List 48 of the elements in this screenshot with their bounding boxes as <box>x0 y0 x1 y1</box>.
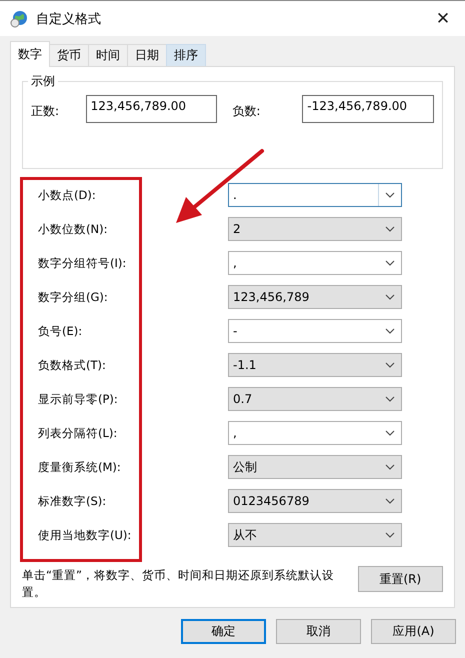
setting-label: 显示前导零(P): <box>37 392 119 406</box>
setting-label: 小数位数(N): <box>37 222 108 236</box>
setting-label: 数字分组(G): <box>37 290 109 304</box>
chevron-icon <box>385 294 395 300</box>
dialog-button[interactable]: 确定 <box>181 619 266 644</box>
setting-label: 负号(E): <box>37 324 84 338</box>
close-button[interactable]: ✕ <box>421 8 465 28</box>
combo-box[interactable]: , <box>228 251 402 275</box>
chevron-icon <box>385 498 395 504</box>
reset-button[interactable]: 重置(R) <box>358 566 443 592</box>
combo-box[interactable]: - <box>228 319 402 343</box>
negative-label: 负数: <box>232 103 262 120</box>
setting-label: 标准数字(S): <box>37 494 108 508</box>
positive-example: 123,456,789.00 <box>86 95 218 123</box>
window-title: 自定义格式 <box>36 10 102 28</box>
dialog-button[interactable]: 取消 <box>276 619 361 644</box>
dropdown[interactable]: 公制 <box>228 455 402 479</box>
reset-note: 单击“重置”，将数字、货币、时间和日期还原到系统默认设置。 <box>22 567 335 601</box>
dialog-button[interactable]: 应用(A) <box>371 619 456 644</box>
combo-box[interactable]: , <box>228 421 402 445</box>
chevron-icon <box>385 226 395 232</box>
positive-label: 正数: <box>31 103 60 120</box>
chevron-icon <box>385 328 395 334</box>
chevron-icon <box>385 532 395 538</box>
setting-label: 小数点(D): <box>37 188 97 202</box>
dropdown[interactable]: 0.7 <box>228 387 402 411</box>
setting-label: 数字分组符号(I): <box>37 256 128 270</box>
setting-label: 负数格式(T): <box>37 358 107 372</box>
dropdown[interactable]: 从不 <box>228 523 402 547</box>
chevron-icon <box>385 192 395 198</box>
dropdown[interactable]: 2 <box>228 217 402 241</box>
setting-label: 度量衡系统(M): <box>37 460 122 474</box>
tab[interactable]: 排序 <box>166 44 206 66</box>
tab[interactable]: 数字 <box>10 41 50 67</box>
dropdown[interactable]: -1.1 <box>228 353 402 377</box>
group-title: 示例 <box>28 73 58 90</box>
chevron-icon <box>385 396 395 402</box>
negative-example: -123,456,789.00 <box>302 95 434 123</box>
dropdown[interactable]: 123,456,789 <box>228 285 402 309</box>
combo-box[interactable]: . <box>228 183 402 207</box>
setting-label: 列表分隔符(L): <box>37 426 118 440</box>
globe-icon <box>10 10 28 28</box>
chevron-icon <box>385 464 395 470</box>
chevron-icon <box>385 362 395 368</box>
chevron-icon <box>385 430 395 436</box>
chevron-icon <box>385 260 395 266</box>
dropdown[interactable]: 0123456789 <box>228 489 402 513</box>
setting-label: 使用当地数字(U): <box>37 528 132 542</box>
